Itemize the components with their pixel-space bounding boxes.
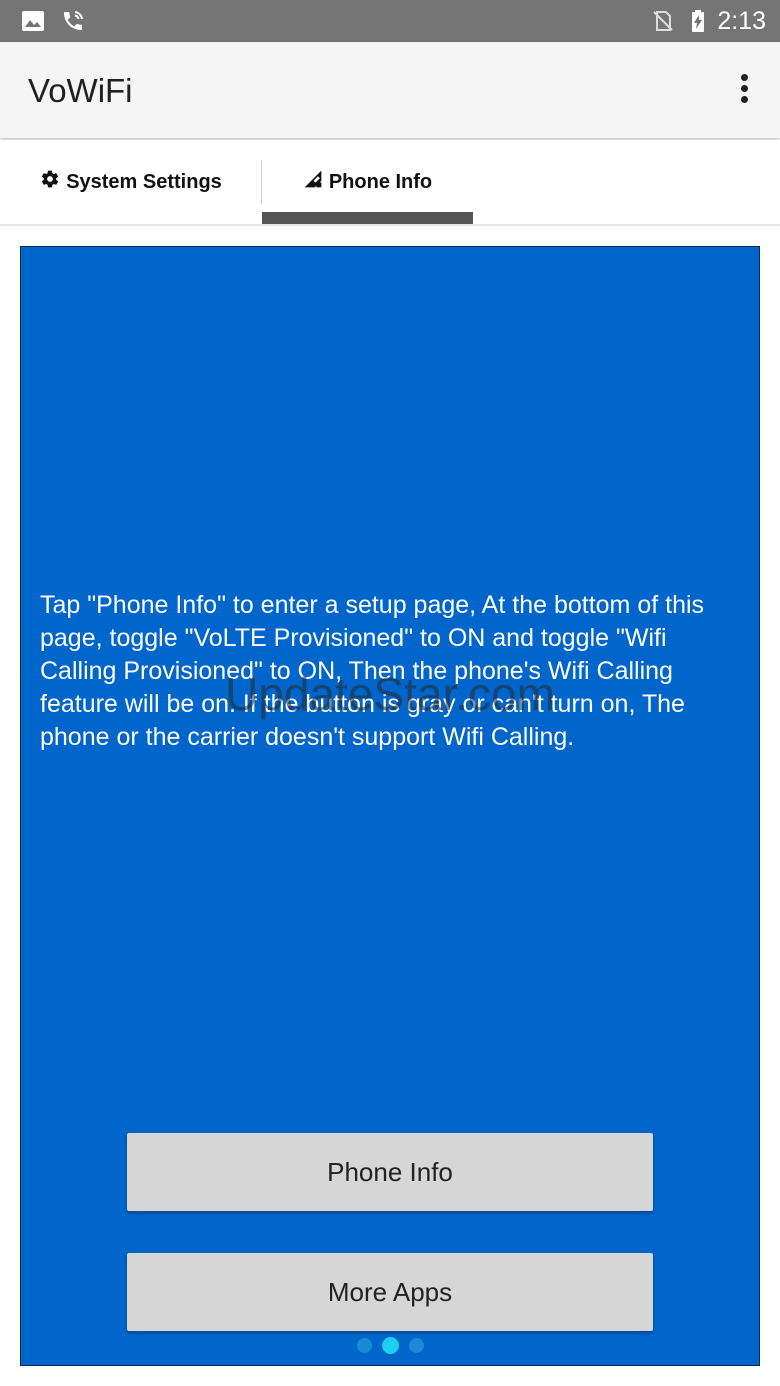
page-dot-active[interactable] bbox=[381, 1337, 399, 1355]
signal-edit-icon bbox=[304, 170, 322, 188]
more-vert-icon[interactable] bbox=[734, 74, 754, 106]
page-indicator bbox=[21, 1337, 759, 1355]
status-bar: 2:13 bbox=[0, 0, 780, 42]
tab-indicator bbox=[262, 212, 473, 224]
gear-icon bbox=[42, 170, 59, 188]
app-bar: VoWiFi bbox=[0, 42, 780, 138]
no-sim-icon bbox=[653, 11, 673, 31]
tab-system-settings[interactable]: System Settings bbox=[0, 140, 262, 224]
intro-text: Tap "Phone Info" to enter a setup page, … bbox=[40, 591, 705, 751]
page-dot[interactable] bbox=[356, 1338, 372, 1354]
battery-charging-icon bbox=[692, 10, 704, 32]
app-title: VoWiFi bbox=[28, 72, 133, 109]
wifi-call-icon bbox=[64, 11, 83, 30]
tab-phone-info-label: Phone Info bbox=[328, 170, 433, 193]
image-icon bbox=[22, 11, 44, 31]
tab-bar: System Settings Phone Info bbox=[0, 140, 780, 226]
status-time: 2:13 bbox=[717, 7, 766, 35]
tab-system-settings-label: System Settings bbox=[66, 170, 222, 193]
page-dot[interactable] bbox=[408, 1338, 424, 1354]
more-apps-button[interactable]: More Apps bbox=[127, 1253, 653, 1331]
phone-info-button[interactable]: Phone Info bbox=[127, 1133, 653, 1211]
content-panel[interactable]: Tap "Phone Info" to enter a setup page, … bbox=[20, 246, 760, 1366]
